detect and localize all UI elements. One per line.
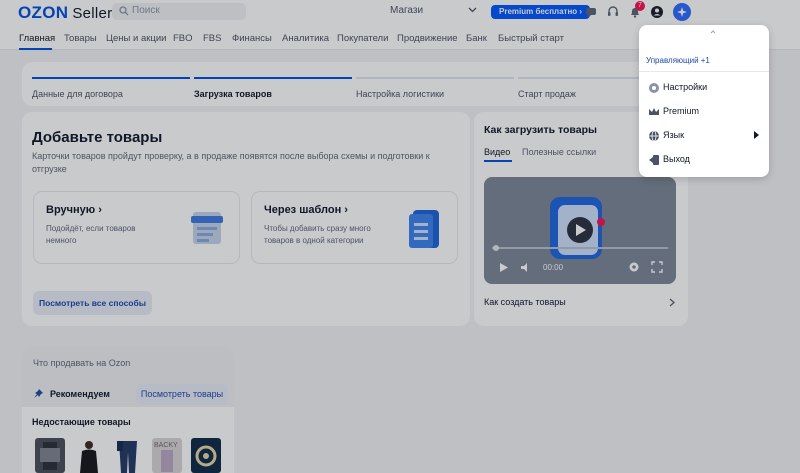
menu-item-premium[interactable]: Premium [639, 99, 769, 125]
gear-icon [649, 83, 659, 93]
chevron-right-icon [754, 131, 759, 139]
menu-item-language[interactable]: Язык [639, 123, 769, 149]
menu-item-label: Premium [663, 106, 700, 116]
globe-icon [649, 130, 659, 142]
menu-item-label: Настройки [663, 82, 708, 92]
menu-item-settings[interactable]: Настройки [639, 75, 769, 101]
dropdown-divider [639, 71, 769, 72]
logout-icon [649, 155, 659, 165]
chevron-up-icon [710, 30, 716, 34]
manager-label[interactable]: Управляющий +1 [646, 56, 710, 65]
menu-item-label: Выход [663, 154, 690, 164]
crown-icon [649, 108, 659, 115]
menu-item-logout[interactable]: Выход [639, 147, 769, 173]
menu-item-label: Язык [663, 130, 685, 140]
